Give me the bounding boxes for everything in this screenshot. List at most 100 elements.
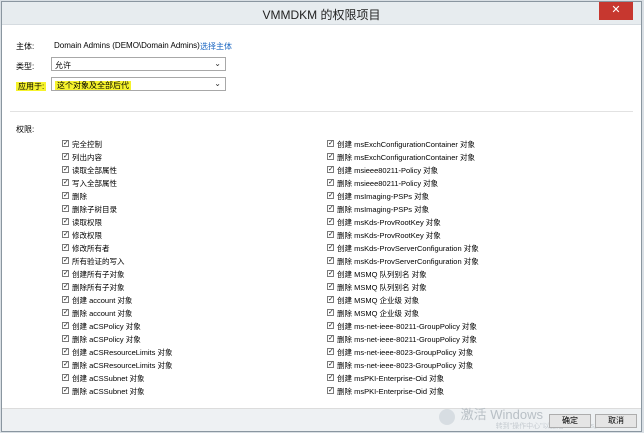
permission-checkbox[interactable]: ✓ (62, 283, 69, 290)
permission-label: 创建 ms-net-ieee-80211-GroupPolicy 对象 (337, 322, 477, 331)
permission-checkbox[interactable]: ✓ (327, 166, 334, 173)
permission-label: 创建 msKds-ProvRootKey 对象 (337, 218, 441, 227)
permission-label: 列出内容 (72, 153, 102, 162)
permission-label: 删除 MSMQ 企业级 对象 (337, 309, 420, 318)
applies-to-label-wrap: 应用于: (16, 81, 47, 92)
permission-checkbox[interactable]: ✓ (327, 309, 334, 316)
permission-label: 读取全部属性 (72, 166, 117, 175)
ok-button[interactable]: 确定 (549, 414, 591, 428)
permission-checkbox[interactable]: ✓ (327, 205, 334, 212)
permission-checkbox[interactable]: ✓ (62, 205, 69, 212)
principal-label: 主体: (16, 42, 35, 51)
permission-checkbox[interactable]: ✓ (327, 231, 334, 238)
permission-checkbox[interactable]: ✓ (62, 309, 69, 316)
permission-label: 删除 msImaging-PSPs 对象 (337, 205, 430, 214)
permission-checkbox[interactable]: ✓ (62, 192, 69, 199)
permission-checkbox[interactable]: ✓ (327, 387, 334, 394)
permission-label: 删除 msExchConfigurationContainer 对象 (337, 153, 475, 162)
type-select-value: 允许 (55, 61, 71, 70)
permission-label: 所有验证的写入 (72, 257, 125, 266)
permission-checkbox[interactable]: ✓ (62, 322, 69, 329)
permission-label: 创建 aCSResourceLimits 对象 (72, 348, 173, 357)
permission-entry-dialog: VMMDKM 的权限项目 ✕ 主体: Domain Admins (DEMO\D… (1, 1, 642, 432)
permissions-right-column: ✓ 创建 msExchConfigurationContainer 对象 ✓ 删除 m… (327, 139, 627, 399)
window-title: VMMDKM 的权限项目 (262, 8, 381, 22)
permission-checkbox[interactable]: ✓ (327, 153, 334, 160)
close-button[interactable]: ✕ (599, 2, 633, 20)
permission-label: 完全控制 (72, 140, 102, 149)
permission-label: 删除 account 对象 (72, 309, 133, 318)
permission-label: 删除 aCSResourceLimits 对象 (72, 361, 173, 370)
permission-checkbox[interactable]: ✓ (327, 374, 334, 381)
permission-label: 修改所有者 (72, 244, 110, 253)
permission-checkbox[interactable]: ✓ (327, 270, 334, 277)
dialog-footer: 激活 Windows 转到"操作中心"以激活 Windows。 确定 取消 (2, 407, 641, 431)
permission-checkbox[interactable]: ✓ (327, 335, 334, 342)
permission-checkbox[interactable]: ✓ (62, 348, 69, 355)
permission-checkbox[interactable]: ✓ (327, 296, 334, 303)
permission-label: 创建 msExchConfigurationContainer 对象 (337, 140, 475, 149)
permission-checkbox[interactable]: ✓ (327, 348, 334, 355)
permission-checkbox[interactable]: ✓ (62, 153, 69, 160)
permission-checkbox[interactable]: ✓ (327, 257, 334, 264)
permission-label: 删除 aCSPolicy 对象 (72, 335, 141, 344)
permission-checkbox[interactable]: ✓ (62, 231, 69, 238)
permission-checkbox[interactable]: ✓ (62, 270, 69, 277)
permission-checkbox[interactable]: ✓ (62, 140, 69, 147)
permission-label: 写入全部属性 (72, 179, 117, 188)
permission-checkbox[interactable]: ✓ (327, 361, 334, 368)
dialog-content: 主体: Domain Admins (DEMO\Domain Admins) 选… (2, 24, 641, 409)
permission-checkbox[interactable]: ✓ (62, 387, 69, 394)
permission-label: 创建 msPKI-Enterprise-Oid 对象 (337, 374, 445, 383)
permission-checkbox[interactable]: ✓ (62, 218, 69, 225)
permission-label: 删除 ms-net-ieee-80211-GroupPolicy 对象 (337, 335, 477, 344)
type-select[interactable]: 允许 ⌄ (51, 57, 226, 71)
permission-label: 修改权限 (72, 231, 102, 240)
permission-checkbox[interactable]: ✓ (327, 322, 334, 329)
applies-to-value-wrap: 这个对象及全部后代 (55, 80, 131, 91)
permission-label: 删除子树目录 (72, 205, 117, 214)
permission-label: 删除 MSMQ 队列别名 对象 (337, 283, 427, 292)
permission-label: 创建 MSMQ 队列别名 对象 (337, 270, 427, 279)
permission-checkbox[interactable]: ✓ (62, 335, 69, 342)
permission-checkbox[interactable]: ✓ (62, 179, 69, 186)
permission-label: 删除 msPKI-Enterprise-Oid 对象 (337, 387, 445, 396)
permission-checkbox[interactable]: ✓ (62, 244, 69, 251)
title-bar: VMMDKM 的权限项目 ✕ (2, 2, 641, 25)
permission-checkbox[interactable]: ✓ (62, 374, 69, 381)
chevron-down-icon: ⌄ (214, 79, 221, 88)
permission-checkbox[interactable]: ✓ (62, 296, 69, 303)
select-principal-link[interactable]: 选择主体 (200, 41, 232, 52)
permission-label: 创建 msieee80211-Policy 对象 (337, 166, 439, 175)
permission-label: 删除 msieee80211-Policy 对象 (337, 179, 439, 188)
permission-checkbox[interactable]: ✓ (62, 166, 69, 173)
permission-checkbox[interactable]: ✓ (327, 179, 334, 186)
permission-checkbox[interactable]: ✓ (327, 218, 334, 225)
permission-label: 删除 (72, 192, 87, 201)
permission-label: 删除 msKds-ProvServerConfiguration 对象 (337, 257, 479, 266)
permission-checkbox[interactable]: ✓ (327, 283, 334, 290)
permission-label: 创建所有子对象 (72, 270, 125, 279)
permission-checkbox[interactable]: ✓ (327, 244, 334, 251)
permission-checkbox[interactable]: ✓ (62, 361, 69, 368)
applies-to-select[interactable]: 这个对象及全部后代 ⌄ (51, 77, 226, 91)
applies-to-select-value: 这个对象及全部后代 (55, 81, 131, 90)
permission-label: 创建 msKds-ProvServerConfiguration 对象 (337, 244, 479, 253)
permission-label: 创建 aCSPolicy 对象 (72, 322, 141, 331)
permission-checkbox[interactable]: ✓ (62, 257, 69, 264)
permission-label: 创建 ms-net-ieee-8023-GroupPolicy 对象 (337, 348, 474, 357)
cancel-button[interactable]: 取消 (595, 414, 637, 428)
permission-checkbox[interactable]: ✓ (327, 140, 334, 147)
windows-activation-icon (439, 409, 455, 425)
permission-label: 创建 account 对象 (72, 296, 133, 305)
permission-label: 删除 ms-net-ieee-8023-GroupPolicy 对象 (337, 361, 474, 370)
permissions-label: 权限: (16, 125, 35, 134)
principal-value: Domain Admins (DEMO\Domain Admins) (54, 41, 200, 50)
permissions-left-column: ✓ 完全控制 ✓ 列出内容 ✓ 读取全部属性 ✓ 写入全部属性 ✓ 删除 ✓ 删除子树目录 ✓ 读取权限 ✓… (62, 139, 302, 399)
section-divider (10, 111, 633, 112)
permission-label: 删除所有子对象 (72, 283, 125, 292)
permission-label: 删除 aCSSubnet 对象 (72, 387, 145, 396)
permission-checkbox[interactable]: ✓ (327, 192, 334, 199)
type-label: 类型: (16, 62, 35, 71)
permission-label: 删除 msKds-ProvRootKey 对象 (337, 231, 441, 240)
